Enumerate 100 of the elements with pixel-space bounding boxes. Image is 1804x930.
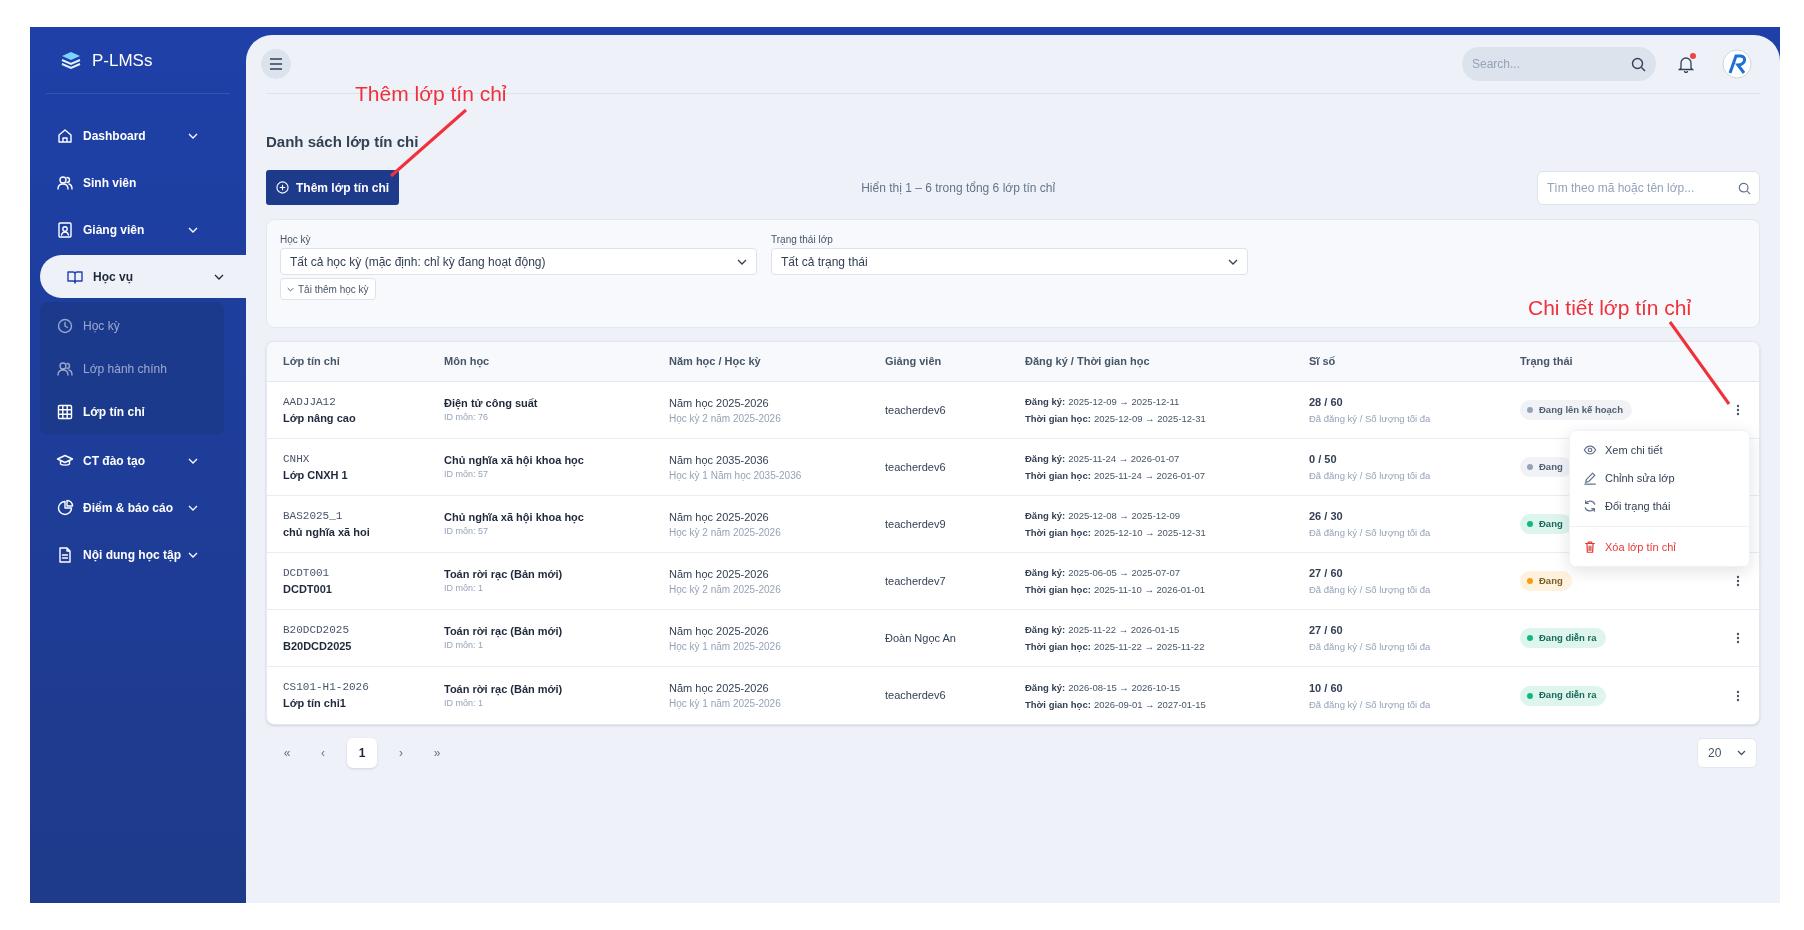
sidebar-item[interactable]: Giảng viên xyxy=(30,208,220,251)
column-header: Lớp tín chỉ xyxy=(283,354,341,370)
subject-name: Toán rời rạc (Bản mới) xyxy=(444,624,564,639)
load-more-button[interactable]: Tải thêm học kỳ xyxy=(280,278,376,300)
pagination-button[interactable]: « xyxy=(272,738,302,768)
class-name: B20DCD2025 xyxy=(283,638,353,654)
subject-id: ID môn: 1 xyxy=(444,639,484,652)
page-button[interactable]: 1 xyxy=(347,738,377,768)
search-icon xyxy=(1738,181,1751,195)
enrollment-count: 27 / 60 xyxy=(1309,566,1344,581)
enrollment-note: Đã đăng ký / Số lượng tối đa xyxy=(1309,697,1432,712)
app-name: P-LMSs xyxy=(92,50,153,73)
chevron-down-icon xyxy=(1228,258,1238,265)
filter-select[interactable]: Tất cả học kỳ (mặc định: chỉ kỳ đang hoạt động) xyxy=(280,248,757,275)
date-label: Đăng ký: xyxy=(1025,509,1066,523)
chevron-down-icon xyxy=(737,258,747,265)
date-label: Đăng ký: xyxy=(1025,680,1066,695)
subject-id: ID môn: 57 xyxy=(444,468,490,481)
column-header: Sĩ số xyxy=(1309,354,1337,370)
filter-select[interactable]: Tất cả trạng thái xyxy=(771,248,1248,275)
registration-period: 2025-11-24 → 2026-01-07 xyxy=(1068,452,1180,466)
column-header: Đăng ký / Thời gian học xyxy=(1025,354,1151,370)
class-name: Lớp CNXH 1 xyxy=(283,467,349,483)
sidebar-item[interactable]: Điểm & báo cáo xyxy=(30,486,220,529)
pagination-button[interactable]: ‹ xyxy=(308,738,338,768)
enrollment-note: Đã đăng ký / Số lượng tối đa xyxy=(1309,526,1432,540)
registration-period: 2026-08-15 → 2026-10-15 xyxy=(1068,680,1181,695)
menu-button[interactable] xyxy=(261,49,291,79)
status-badge: Đang diễn ra xyxy=(1520,628,1606,648)
pie-chart-icon xyxy=(56,498,74,517)
status-badge: Đang xyxy=(1520,514,1572,534)
date-label: Đăng ký: xyxy=(1025,623,1066,637)
menu-item[interactable]: Xem chi tiết xyxy=(1570,436,1749,464)
chevron-down-icon xyxy=(214,273,224,280)
subject-name: Toán rời rạc (Bản mới) xyxy=(444,681,564,697)
study-period: 2025-11-10 → 2026-01-01 xyxy=(1093,583,1206,597)
sidebar-item[interactable]: Sinh viên xyxy=(30,161,220,204)
pagination-button[interactable]: » xyxy=(422,738,452,768)
menu-item[interactable]: Đổi trạng thái xyxy=(1570,492,1749,520)
lecturer-name: teacherdev9 xyxy=(885,516,947,532)
sidebar-subitem[interactable]: Lớp hành chính xyxy=(40,347,224,390)
class-search-field[interactable]: Tìm theo mã hoặc tên lớp... xyxy=(1537,170,1760,205)
chevron-down-icon xyxy=(287,286,294,292)
academic-year: Năm học 2025-2026 xyxy=(669,509,770,525)
home-icon xyxy=(56,126,74,145)
status-badge: Đang xyxy=(1520,571,1572,591)
sidebar-item[interactable]: CT đào tạo xyxy=(30,439,220,482)
more-icon xyxy=(1735,689,1740,702)
subject-name: Toán rời rạc (Bản mới) xyxy=(444,567,564,582)
column-header: Năm học / Học kỳ xyxy=(669,354,762,370)
date-label: Đăng ký: xyxy=(1025,566,1066,580)
add-class-button[interactable]: Thêm lớp tín chỉ xyxy=(266,170,400,205)
study-period: 2026-09-01 → 2027-01-15 xyxy=(1093,697,1206,712)
sidebar-subitem[interactable]: Học kỳ xyxy=(40,304,224,347)
sidebar-item[interactable]: Học vụ xyxy=(40,255,246,298)
trash-icon xyxy=(1583,540,1597,554)
registration-period: 2025-11-22 → 2026-01-15 xyxy=(1068,623,1180,637)
semester: Học kỳ 1 Năm học 2035-2036 xyxy=(669,468,803,483)
class-name: Lớp nâng cao xyxy=(283,410,357,426)
page-size-value: 20 xyxy=(1708,745,1722,762)
page-size-select[interactable]: 20 xyxy=(1697,738,1757,768)
result-summary: Hiển thị 1 – 6 trong tổng 6 lớp tín chỉ xyxy=(861,179,1056,197)
subject-name: Điện tử công suất xyxy=(444,396,539,411)
avatar-icon[interactable] xyxy=(1722,49,1752,79)
semester: Học kỳ 1 năm 2025-2026 xyxy=(669,697,782,711)
enrollment-count: 0 / 50 xyxy=(1309,452,1338,467)
search-field[interactable]: Search... xyxy=(1462,47,1656,81)
sidebar-subitem[interactable]: Lớp tín chỉ xyxy=(40,390,224,433)
class-name: Lớp tín chỉ1 xyxy=(283,696,347,711)
chevron-down-icon xyxy=(188,457,198,464)
date-label: Thời gian học: xyxy=(1025,640,1091,654)
filter-label: Trạng thái lớp xyxy=(771,233,834,246)
date-label: Đăng ký: xyxy=(1025,395,1066,409)
menu-item[interactable]: Xóa lớp tín chỉ xyxy=(1570,533,1749,561)
column-header: Môn học xyxy=(444,354,491,370)
chevron-down-icon xyxy=(188,551,198,558)
lecturer-name: teacherdev6 xyxy=(885,459,947,475)
sidebar-item[interactable]: Dashboard xyxy=(30,114,220,157)
pagination-button[interactable]: › xyxy=(386,738,416,768)
column-header: Trạng thái xyxy=(1520,354,1574,370)
bell-icon[interactable] xyxy=(1678,56,1694,73)
academic-year: Năm học 2025-2026 xyxy=(669,623,770,639)
grid-icon xyxy=(56,402,74,421)
annotation-label: Thêm lớp tín chỉ xyxy=(355,82,507,106)
document-icon xyxy=(56,545,74,564)
enrollment-note: Đã đăng ký / Số lượng tối đa xyxy=(1309,412,1432,426)
registration-period: 2025-06-05 → 2025-07-07 xyxy=(1068,566,1181,580)
pencil-icon xyxy=(1583,471,1597,485)
users-icon xyxy=(56,173,74,192)
study-period: 2025-12-10 → 2025-12-31 xyxy=(1093,526,1206,540)
study-period: 2025-12-09 → 2025-12-31 xyxy=(1093,412,1206,426)
academic-year: Năm học 2035-2036 xyxy=(669,452,770,468)
enrollment-count: 10 / 60 xyxy=(1309,680,1344,696)
semester: Học kỳ 1 năm 2025-2026 xyxy=(669,639,782,654)
date-label: Thời gian học: xyxy=(1025,697,1091,712)
date-label: Thời gian học: xyxy=(1025,583,1091,597)
plus-circle-icon xyxy=(276,181,289,194)
chevron-down-icon xyxy=(188,132,198,139)
sidebar-item[interactable]: Nội dung học tập xyxy=(30,533,220,576)
menu-item[interactable]: Chỉnh sửa lớp xyxy=(1570,464,1749,492)
